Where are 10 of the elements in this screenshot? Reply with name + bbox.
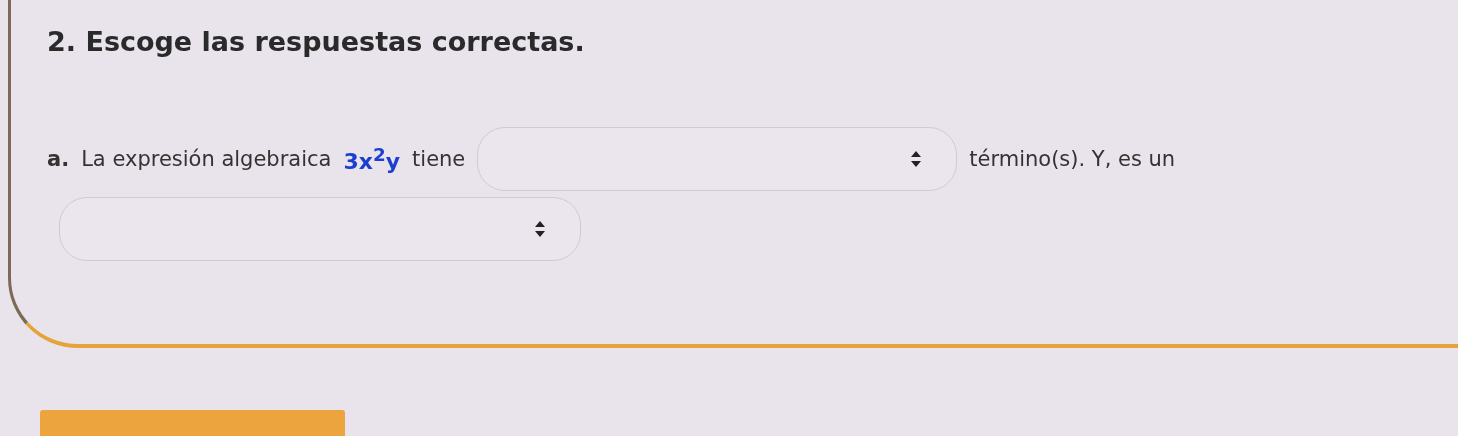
question-text: La expresión algebraica bbox=[81, 147, 332, 171]
question-text: término(s). Y, es un bbox=[969, 147, 1176, 171]
up-down-icon bbox=[910, 150, 923, 168]
item-label: a. bbox=[47, 147, 70, 171]
question-text: tiene bbox=[412, 147, 466, 171]
answer-dropdown[interactable] bbox=[477, 127, 958, 191]
math-expression: 3x$^{2}$y bbox=[343, 143, 401, 175]
question-title: 2. Escoge las respuestas correctas. bbox=[47, 26, 586, 57]
answer-dropdown[interactable] bbox=[59, 197, 581, 261]
up-down-icon bbox=[534, 220, 546, 238]
